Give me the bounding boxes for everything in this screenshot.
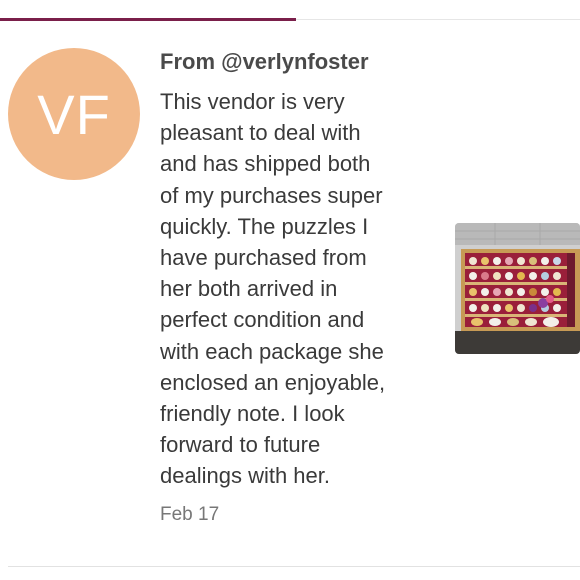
comment-screen: VF From @verlynfoster This vendor is ver…: [0, 0, 580, 580]
progress-bar: [0, 18, 580, 21]
comment-line: of my purchases super: [160, 182, 383, 208]
comment-line: dealings with her.: [160, 463, 330, 489]
comment-line: forward to future: [160, 432, 321, 458]
avatar[interactable]: VF: [8, 48, 140, 180]
avatar-initials: VF: [37, 82, 111, 146]
divider: [8, 566, 580, 567]
comment-block: From @verlynfoster This vendor is very p…: [160, 46, 440, 526]
comment-line: perfect condition and: [160, 307, 365, 333]
progress-bar-fill: [0, 18, 296, 21]
comment-line: have purchased from: [160, 245, 367, 271]
comment-line: This vendor is very: [160, 89, 345, 114]
comment-line: pleasant to deal with: [160, 120, 361, 146]
comment-author[interactable]: From @verlynfoster: [160, 46, 440, 78]
puzzle-box-photo-icon: [455, 223, 580, 354]
comment-line: and has shipped both: [160, 151, 371, 177]
comment-line: quickly. The puzzles I: [160, 213, 369, 239]
comment-body: This vendor is very pleasant to deal wit…: [160, 86, 440, 492]
listing-thumbnail[interactable]: [455, 223, 580, 354]
comment-line: with each package she: [160, 338, 384, 364]
comment-line: friendly note. I look: [160, 401, 345, 427]
comment-line: enclosed an enjoyable,: [160, 369, 386, 395]
comment-line: her both arrived in: [160, 276, 338, 302]
comment-date: Feb 17: [160, 503, 220, 525]
